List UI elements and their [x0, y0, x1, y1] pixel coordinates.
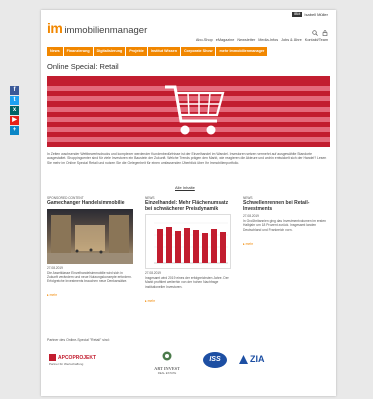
top-nav-link[interactable]: Jobs & Ähre — [281, 38, 302, 42]
iss-logo[interactable]: ISS — [203, 352, 227, 368]
site-logo[interactable]: im immobilienmanager — [47, 20, 147, 36]
article-date: 27.08.2019 — [145, 271, 161, 276]
youtube-icon[interactable]: ▶ — [10, 116, 19, 125]
read-more-label: mehr — [147, 298, 156, 303]
article-title[interactable]: Einzelhandel: Mehr Flächenumsatz bei sch… — [145, 200, 231, 212]
all-content-link[interactable]: Alle Inhalte — [175, 185, 195, 190]
art-invest-logo[interactable]: ART INVEST REAL ESTATE — [147, 348, 187, 375]
partners-label: Partner des Online-Special "Retail" sind… — [47, 338, 110, 342]
read-more-link[interactable]: ▸ mehr — [47, 293, 57, 297]
main-nav-item[interactable]: Corporate Show — [180, 47, 216, 56]
main-nav-item[interactable]: Digitalisierung — [93, 47, 126, 56]
zia-name: ZIA — [250, 354, 265, 364]
article-teaser: Insgesamt wird 2019 eines der erfolgreic… — [145, 276, 229, 289]
top-nav-link[interactable]: Kontakt/Team — [305, 38, 328, 42]
twitter-icon[interactable]: t — [10, 96, 19, 105]
header-icons — [312, 23, 328, 36]
iss-name: ISS — [209, 356, 221, 363]
top-nav-link[interactable]: Abo-Shop — [196, 38, 213, 42]
page-container: IBM Isabell Müller im immobilienmanager … — [41, 10, 336, 396]
main-nav-item[interactable]: Institut Wissen — [147, 47, 180, 56]
facebook-icon[interactable]: f — [10, 86, 19, 95]
xing-icon[interactable]: x — [10, 106, 19, 115]
hero-image — [47, 76, 330, 147]
main-nav-item[interactable]: Finanzierung — [63, 47, 93, 56]
user-badge: IBM — [292, 12, 303, 17]
art-invest-tagline: REAL ESTATE — [157, 371, 177, 375]
article-teaser: Die Assetklasse Einzelhandelsimmobilie w… — [47, 270, 132, 283]
bar-chart-graphic — [154, 223, 228, 264]
search-icon[interactable] — [312, 23, 318, 36]
main-nav: News Finanzierung Digitalisierung Projekte I… — [47, 47, 330, 56]
article-card[interactable]: NEWS Schwellenrennen bei Retail-Investme… — [243, 196, 329, 250]
article-title[interactable]: Schwellenrennen bei Retail-Investments — [243, 200, 329, 212]
partner-logos: APCOPROJEKT Partner für Wertschaffung AR… — [47, 348, 330, 378]
article-card[interactable]: SPONSORED CONTENT Gamechanger Handelsimm… — [47, 196, 133, 301]
user-name[interactable]: Isabell Müller — [304, 12, 328, 17]
page-title: Online Special: Retail — [47, 62, 119, 71]
article-image-mall[interactable] — [47, 208, 133, 264]
apcoprojekt-name: APCOPROJEKT — [58, 354, 97, 361]
main-nav-item[interactable]: mehr immobilienmanager — [216, 47, 268, 56]
zia-logo[interactable]: ZIA — [239, 354, 265, 364]
share-icon[interactable]: + — [10, 126, 19, 135]
user-bar[interactable]: IBM Isabell Müller — [292, 12, 328, 17]
top-nav-link[interactable]: Media-Infos — [258, 38, 278, 42]
read-more-label: mehr — [49, 293, 58, 298]
main-nav-item[interactable]: News — [47, 47, 63, 56]
article-image-bar-chart[interactable] — [145, 214, 231, 270]
top-nav-link[interactable]: Newsletter — [237, 38, 255, 42]
logo-mark: im — [47, 20, 63, 36]
main-nav-item[interactable]: Projekte — [126, 47, 147, 56]
logo-name: immobilienmanager — [64, 25, 148, 36]
lock-icon[interactable] — [322, 23, 328, 36]
top-nav-link[interactable]: eMagazine — [216, 38, 235, 42]
article-teaser: In Großbritannien ging das Investmentvol… — [243, 219, 327, 232]
apcoprojekt-tagline: Partner für Wertschaffung — [49, 362, 84, 366]
article-title[interactable]: Gamechanger Handelsimmobilie — [47, 200, 133, 207]
social-share-bar: f t x ▶ + — [10, 86, 19, 136]
article-date: 27.08.2019 — [47, 265, 63, 270]
article-card[interactable]: NEWS Einzelhandel: Mehr Flächenumsatz be… — [145, 196, 231, 307]
read-more-label: mehr — [245, 241, 254, 246]
read-more-link[interactable]: ▸ mehr — [243, 242, 253, 246]
shopping-cart-icon — [165, 85, 225, 135]
read-more-link[interactable]: ▸ mehr — [145, 299, 155, 303]
intro-text: In Zeiten wachsender Wettbewerbsdrucks u… — [47, 152, 327, 165]
top-nav: Abo-Shop eMagazine Newsletter Media-Infos Jo… — [196, 38, 328, 42]
apcoprojekt-logo[interactable]: APCOPROJEKT Partner für Wertschaffung — [49, 354, 107, 366]
article-date: 27.08.2019 — [243, 214, 259, 219]
